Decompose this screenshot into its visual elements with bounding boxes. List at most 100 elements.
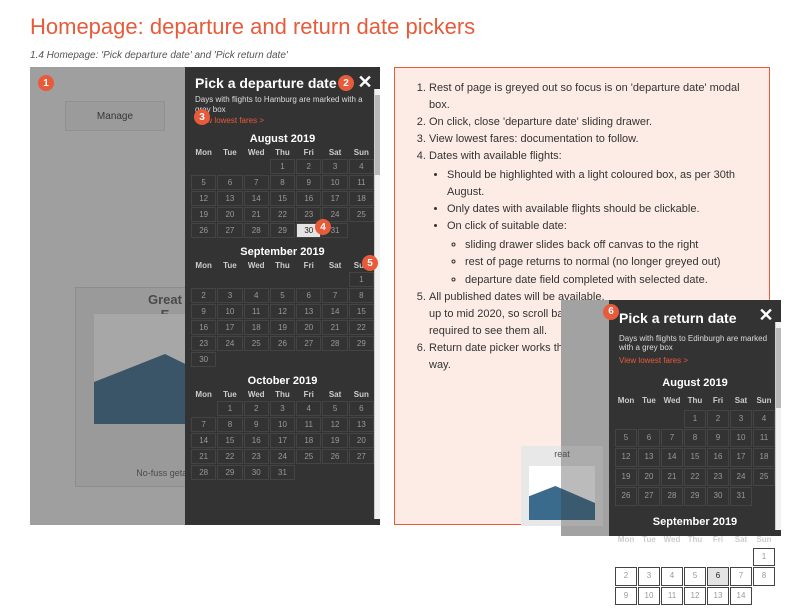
calendar-day: 18	[349, 191, 374, 206]
calendar-day: 26	[322, 449, 347, 464]
annotation-badge-2: 2	[338, 75, 354, 91]
calendar-day: 10	[322, 175, 347, 190]
close-icon[interactable]: ✕	[356, 73, 374, 91]
calendar-day: 11	[661, 587, 683, 605]
calendar-day: 3	[217, 288, 242, 303]
calendar-day: 8	[753, 567, 775, 585]
calendar-day: 1	[349, 272, 374, 287]
calendar-day: 3	[730, 410, 752, 428]
annotation-badge-3: 3	[194, 109, 210, 125]
calendar-day: 26	[191, 223, 216, 238]
calendar-day: 5	[684, 567, 706, 585]
calendar-day: 20	[349, 433, 374, 448]
calendar-day: 3	[638, 567, 660, 585]
note-1: Rest of page is greyed out so focus is o…	[429, 80, 753, 114]
calendar-day: 22	[349, 320, 374, 335]
annotation-badge-1: 1	[38, 75, 54, 91]
calendar-day: 13	[217, 191, 242, 206]
calendar-day: 12	[322, 417, 347, 432]
calendar-day: 6	[638, 429, 660, 447]
calendar-day: 13	[296, 304, 321, 319]
drawer-scrollbar[interactable]	[374, 89, 380, 519]
calendar-day: 28	[661, 487, 683, 505]
calendar-day: 10	[217, 304, 242, 319]
calendar-day: 6	[296, 288, 321, 303]
calendar-day: 9	[244, 417, 269, 432]
calendar-day: 15	[270, 191, 295, 206]
calendar-day: 18	[244, 320, 269, 335]
drawer-scrollbar[interactable]	[775, 322, 781, 530]
calendar-day: 14	[730, 587, 752, 605]
calendar-day: 11	[244, 304, 269, 319]
calendar-day: 31	[270, 465, 295, 480]
calendar-day: 17	[322, 191, 347, 206]
calendar-day: 21	[191, 449, 216, 464]
calendar-day: 5	[615, 429, 637, 447]
calendar-day: 7	[730, 567, 752, 585]
calendar-day: 7	[322, 288, 347, 303]
calendar-day: 8	[270, 175, 295, 190]
close-icon[interactable]: ✕	[757, 306, 775, 324]
calendar-day: 12	[270, 304, 295, 319]
calendar-day: 17	[270, 433, 295, 448]
calendar-day: 16	[707, 448, 729, 466]
calendar-day: 2	[615, 567, 637, 585]
calendar-day: 17	[730, 448, 752, 466]
calendar-day: 31	[730, 487, 752, 505]
drawer-subtitle: Days with flights to Hamburg are marked …	[185, 95, 380, 114]
calendar-day: 21	[244, 207, 269, 222]
calendar-day: 8	[684, 429, 706, 447]
calendar-day: 10	[270, 417, 295, 432]
calendar-day: 19	[191, 207, 216, 222]
return-drawer: Pick a return date ✕ Days with flights t…	[609, 300, 781, 536]
calendar-day: 23	[707, 468, 729, 486]
calendar-day: 23	[244, 449, 269, 464]
calendar-day: 1	[270, 159, 295, 174]
calendar-day: 19	[615, 468, 637, 486]
calendar-day: 26	[615, 487, 637, 505]
calendar-day: 28	[191, 465, 216, 480]
calendar-day: 30	[707, 487, 729, 505]
calendar-day: 29	[684, 487, 706, 505]
calendar-day: 13	[349, 417, 374, 432]
calendar-day: 11	[349, 175, 374, 190]
calendar-day: 27	[217, 223, 242, 238]
drawer-title: Pick a departure date	[195, 75, 337, 91]
month-title: October 2019	[191, 375, 374, 387]
note-4: Dates with available flights: Should be …	[429, 148, 753, 288]
month-title: September 2019	[615, 514, 775, 531]
departure-drawer: Pick a departure date ✕ Days with flight…	[185, 67, 380, 525]
annotation-badge-6: 6	[603, 304, 619, 320]
view-lowest-fares-link[interactable]: View lowest fares >	[609, 353, 781, 371]
calendar-day: 9	[707, 429, 729, 447]
note-3: View lowest fares: documentation to foll…	[429, 131, 753, 148]
calendar-day: 6	[217, 175, 242, 190]
calendar-day: 25	[349, 207, 374, 222]
month-title: August 2019	[191, 133, 374, 145]
calendar-day: 9	[296, 175, 321, 190]
calendar-day: 27	[638, 487, 660, 505]
calendar-day: 1	[684, 410, 706, 428]
calendar-day: 12	[191, 191, 216, 206]
calendar-day: 2	[244, 401, 269, 416]
calendar-day: 29	[217, 465, 242, 480]
calendar-day: 9	[191, 304, 216, 319]
calendar-day: 3	[270, 401, 295, 416]
calendar-day: 28	[322, 336, 347, 351]
calendar-day: 30	[244, 465, 269, 480]
calendar-day: 29	[349, 336, 374, 351]
calendar-day: 15	[217, 433, 242, 448]
calendar-day: 2	[296, 159, 321, 174]
calendar-day: 13	[638, 448, 660, 466]
calendar-day: 24	[270, 449, 295, 464]
calendar-day[interactable]: 6	[707, 567, 729, 585]
calendar-day: 7	[191, 417, 216, 432]
calendar-day: 4	[753, 410, 775, 428]
view-lowest-fares-link[interactable]: View lowest fares >	[185, 114, 380, 129]
calendar-day: 23	[191, 336, 216, 351]
calendar-day: 12	[615, 448, 637, 466]
calendar-day: 19	[322, 433, 347, 448]
drawer-title: Pick a return date	[619, 308, 737, 330]
calendar-day: 8	[349, 288, 374, 303]
calendar-day: 14	[322, 304, 347, 319]
